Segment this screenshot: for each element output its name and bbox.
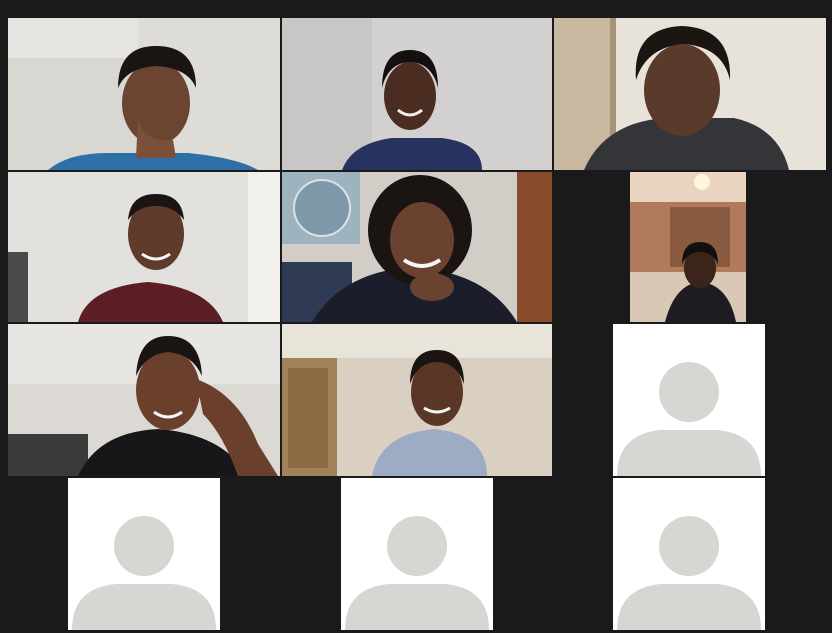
- avatar-placeholder-icon: [617, 362, 761, 476]
- participant-video-frame: [630, 172, 746, 322]
- participant-video-frame: [282, 172, 552, 322]
- participant-video-frame: [282, 18, 552, 170]
- participant-video-tile-7[interactable]: [8, 324, 280, 476]
- participant-video-frame: [282, 324, 552, 476]
- participant-video-off-tile-2[interactable]: [68, 478, 220, 630]
- video-gallery-grid: [0, 0, 832, 633]
- participant-video-tile-1[interactable]: [8, 18, 280, 170]
- avatar-placeholder-icon: [345, 516, 489, 630]
- participant-video-off-tile-4[interactable]: [613, 478, 765, 630]
- participant-video-tile-4[interactable]: [8, 172, 280, 322]
- participant-video-frame: [8, 18, 280, 170]
- participant-video-off-tile-1[interactable]: [613, 324, 765, 476]
- participant-video-frame: [8, 172, 280, 322]
- participant-video-frame: [8, 324, 280, 476]
- participant-video-tile-8[interactable]: [282, 324, 552, 476]
- participant-video-tile-2[interactable]: [282, 18, 552, 170]
- participant-video-tile-3[interactable]: [554, 18, 826, 170]
- participant-video-tile-6[interactable]: [630, 172, 746, 322]
- participant-video-off-tile-3[interactable]: [341, 478, 493, 630]
- avatar-placeholder-icon: [617, 516, 761, 630]
- participant-video-frame: [554, 18, 826, 170]
- participant-video-tile-5[interactable]: [282, 172, 552, 322]
- avatar-placeholder-icon: [72, 516, 216, 630]
